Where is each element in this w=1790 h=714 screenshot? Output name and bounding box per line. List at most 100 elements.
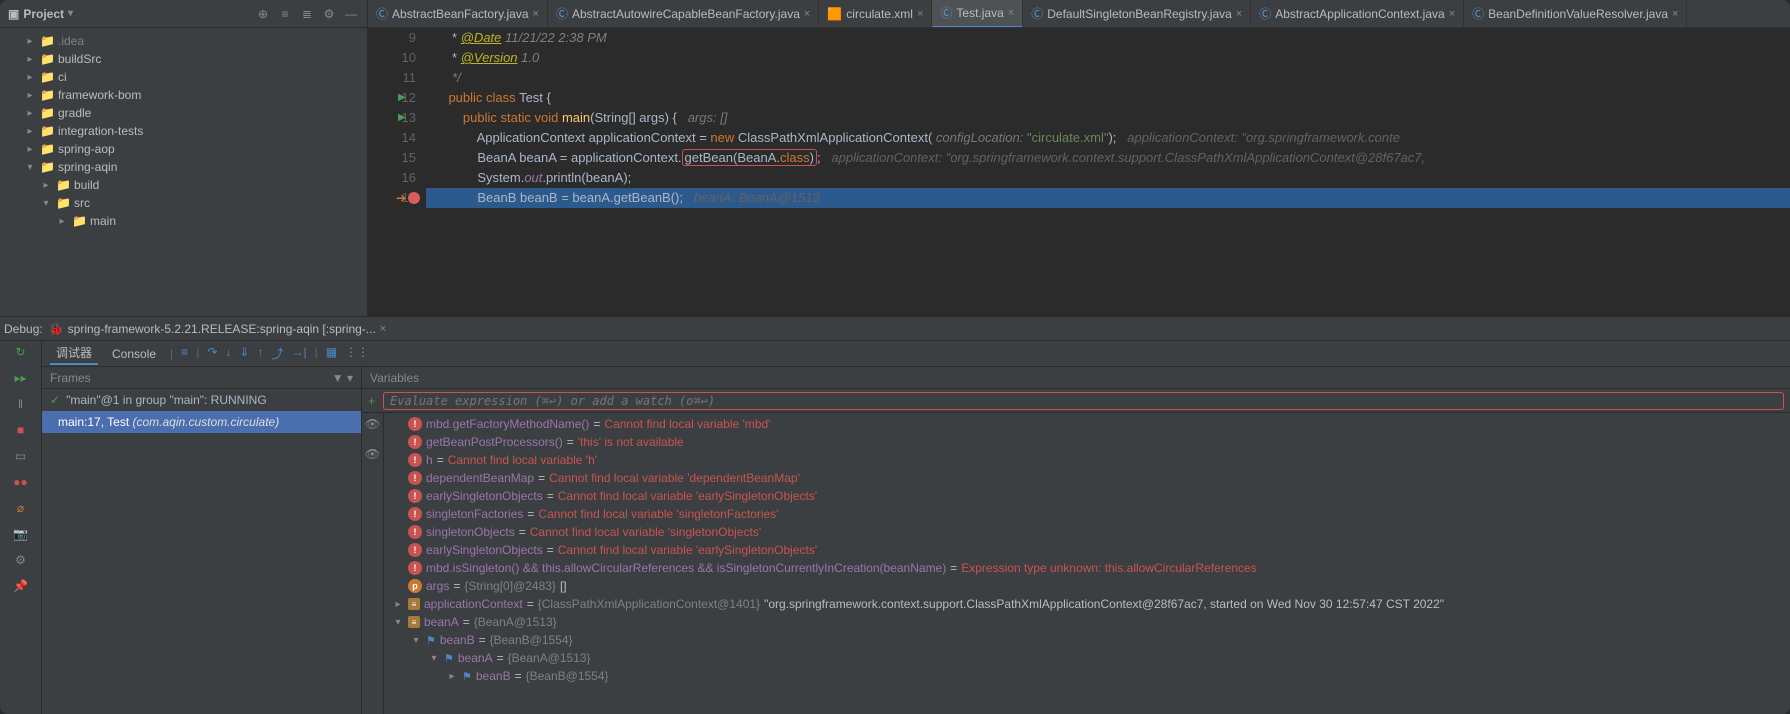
tree-item[interactable]: ▾📁spring-aqin	[0, 158, 367, 176]
code-line[interactable]: public class Test {	[426, 88, 1790, 108]
editor-area: ⒸAbstractBeanFactory.java×ⒸAbstractAutow…	[368, 0, 1790, 316]
camera-icon[interactable]: 📷	[12, 527, 30, 545]
code-line[interactable]: System.out.println(beanA);	[426, 168, 1790, 188]
variable-row[interactable]: ▸⚑beanB = {BeanB@1554}	[384, 667, 1790, 685]
settings-icon[interactable]: ⚙	[12, 553, 30, 571]
run-to-cursor-icon[interactable]: →|	[291, 345, 306, 362]
evaluate-icon[interactable]: ▦	[326, 345, 337, 362]
variable-row[interactable]: ▾≡beanA = {BeanA@1513}	[384, 613, 1790, 631]
code-line[interactable]: * @Version 1.0	[426, 48, 1790, 68]
error-icon: !	[408, 561, 422, 575]
chevron-down-icon[interactable]: ▾	[347, 371, 353, 385]
select-opened-file-icon[interactable]: ⊕	[255, 7, 271, 21]
variable-row[interactable]: !earlySingletonObjects = Cannot find loc…	[384, 541, 1790, 559]
close-icon[interactable]: ×	[533, 8, 539, 20]
variable-row[interactable]: !singletonObjects = Cannot find local va…	[384, 523, 1790, 541]
tab-console[interactable]: Console	[106, 345, 162, 363]
close-icon[interactable]: ×	[917, 8, 923, 20]
resume-icon[interactable]: ▸▸	[12, 371, 30, 389]
close-icon[interactable]: ×	[380, 323, 386, 335]
run-gutter-icon[interactable]: ▶	[398, 108, 406, 128]
watch-eye-icon[interactable]: 👁	[364, 417, 382, 435]
expand-all-icon[interactable]: ≡	[277, 7, 293, 21]
editor-tab[interactable]: ⒸTest.java×	[932, 0, 1023, 28]
stack-frame[interactable]: main:17, Test (com.aqin.custom.circulate…	[42, 411, 361, 433]
variable-row[interactable]: !mbd.getFactoryMethodName() = Cannot fin…	[384, 415, 1790, 433]
tab-debugger[interactable]: 调试器	[50, 342, 98, 365]
thread-selector[interactable]: ✓ "main"@1 in group "main": RUNNING	[42, 389, 361, 411]
debug-config[interactable]: 🐞 spring-framework-5.2.21.RELEASE:spring…	[49, 322, 387, 336]
close-icon[interactable]: ×	[1236, 8, 1242, 20]
variable-row[interactable]: !mbd.isSingleton() && this.allowCircular…	[384, 559, 1790, 577]
mute-breakpoints-icon[interactable]: ⌀	[12, 501, 30, 519]
code-lines[interactable]: * @Date 11/21/22 2:38 PM * @Version 1.0 …	[426, 28, 1790, 316]
step-over-icon[interactable]: ↷	[207, 345, 217, 362]
close-icon[interactable]: ×	[1672, 8, 1678, 20]
close-icon[interactable]: ×	[1008, 7, 1014, 19]
code-line[interactable]: */	[426, 68, 1790, 88]
collapse-all-icon[interactable]: ≣	[299, 7, 315, 21]
project-tree[interactable]: ▸📁.idea▸📁buildSrc▸📁ci▸📁framework-bom▸📁gr…	[0, 28, 367, 316]
field-icon: ≡	[408, 598, 420, 610]
variable-row[interactable]: ▸≡applicationContext = {ClassPathXmlAppl…	[384, 595, 1790, 613]
thread-label: "main"@1 in group "main": RUNNING	[66, 393, 267, 407]
evaluate-expression-input[interactable]	[390, 394, 1777, 408]
stop-icon[interactable]: ■	[12, 423, 30, 441]
code-line[interactable]: BeanB beanB = beanA.getBeanB(); beanA: B…	[426, 188, 1790, 208]
tree-item[interactable]: ▸📁main	[0, 212, 367, 230]
code-line[interactable]: BeanA beanA = applicationContext.getBean…	[426, 148, 1790, 168]
editor-tab[interactable]: ⒸBeanDefinitionValueResolver.java×	[1464, 0, 1687, 28]
step-out-icon[interactable]: ↑	[257, 345, 263, 362]
editor-tab[interactable]: ⒸDefaultSingletonBeanRegistry.java×	[1023, 0, 1251, 28]
editor-tab[interactable]: ⒸAbstractApplicationContext.java×	[1251, 0, 1464, 28]
tree-item[interactable]: ▾📁src	[0, 194, 367, 212]
breakpoint-icon[interactable]	[408, 192, 420, 204]
tree-item[interactable]: ▸📁.idea	[0, 32, 367, 50]
tree-item[interactable]: ▸📁framework-bom	[0, 86, 367, 104]
editor-gutter[interactable]: 91011▶12▶13141516➔17	[368, 28, 426, 316]
editor-tab[interactable]: ⒸAbstractBeanFactory.java×	[368, 0, 548, 28]
editor-tab[interactable]: 🟧circulate.xml×	[819, 0, 932, 28]
step-into-icon[interactable]: ↓	[225, 345, 231, 362]
code-line[interactable]: * @Date 11/21/22 2:38 PM	[426, 28, 1790, 48]
restart-frame-icon[interactable]: ≡	[181, 345, 188, 362]
hide-icon[interactable]: —	[343, 7, 359, 21]
close-icon[interactable]: ×	[804, 8, 810, 20]
code-line[interactable]: ApplicationContext applicationContext = …	[426, 128, 1790, 148]
tree-item[interactable]: ▸📁buildSrc	[0, 50, 367, 68]
gear-icon[interactable]: ⚙	[321, 7, 337, 21]
variable-row[interactable]: ▾⚑beanA = {BeanA@1513}	[384, 649, 1790, 667]
tree-item[interactable]: ▸📁spring-aop	[0, 140, 367, 158]
project-title[interactable]: ▣Project▾	[8, 7, 73, 21]
code-editor[interactable]: 91011▶12▶13141516➔17 * @Date 11/21/22 2:…	[368, 28, 1790, 316]
variables-tree[interactable]: !mbd.getFactoryMethodName() = Cannot fin…	[384, 413, 1790, 714]
rerun-icon[interactable]: ↻	[12, 345, 30, 363]
pause-icon[interactable]: ‖	[12, 397, 30, 415]
tree-item[interactable]: ▸📁gradle	[0, 104, 367, 122]
variable-row[interactable]: pargs = {String[0]@2483} []	[384, 577, 1790, 595]
variable-row[interactable]: !getBeanPostProcessors() = 'this' is not…	[384, 433, 1790, 451]
tree-item[interactable]: ▸📁integration-tests	[0, 122, 367, 140]
run-gutter-icon[interactable]: ▶	[398, 88, 406, 108]
tree-item[interactable]: ▸📁build	[0, 176, 367, 194]
pin-icon[interactable]: 📌	[12, 579, 30, 597]
drop-frame-icon[interactable]: ⤴	[271, 345, 283, 362]
layout-icon[interactable]: ▭	[12, 449, 30, 467]
editor-tab[interactable]: ⒸAbstractAutowireCapableBeanFactory.java…	[548, 0, 819, 28]
filter-icon[interactable]: ▼	[332, 371, 344, 385]
evaluate-expression-input-wrap[interactable]	[383, 392, 1784, 410]
variable-row[interactable]: !singletonFactories = Cannot find local …	[384, 505, 1790, 523]
code-line[interactable]: public static void main(String[] args) {…	[426, 108, 1790, 128]
variable-row[interactable]: !dependentBeanMap = Cannot find local va…	[384, 469, 1790, 487]
watch-eye-icon[interactable]: 👁	[364, 447, 382, 465]
close-icon[interactable]: ×	[1449, 8, 1455, 20]
force-step-into-icon[interactable]: ⇓	[239, 345, 249, 362]
tree-item[interactable]: ▸📁ci	[0, 68, 367, 86]
add-watch-icon[interactable]: +	[368, 394, 375, 408]
view-breakpoints-icon[interactable]: ●●	[12, 475, 30, 493]
variable-row[interactable]: !h = Cannot find local variable 'h'	[384, 451, 1790, 469]
project-panel: ▣Project▾ ⊕ ≡ ≣ ⚙ — ▸📁.idea▸📁buildSrc▸📁c…	[0, 0, 368, 316]
variable-row[interactable]: ▾⚑beanB = {BeanB@1554}	[384, 631, 1790, 649]
trace-icon[interactable]: ⋮⋮	[345, 345, 369, 362]
variable-row[interactable]: !earlySingletonObjects = Cannot find loc…	[384, 487, 1790, 505]
